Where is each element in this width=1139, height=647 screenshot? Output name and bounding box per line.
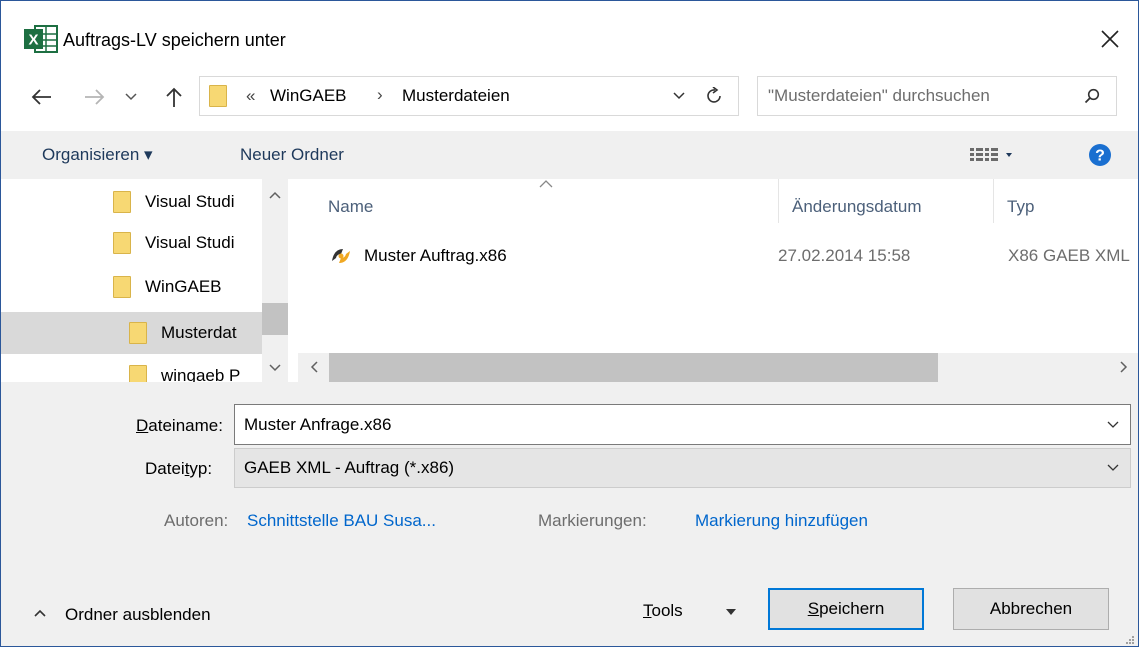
folder-icon xyxy=(113,232,131,254)
authors-value[interactable]: Schnittstelle BAU Susa... xyxy=(247,511,436,531)
filetype-label: Dateityp: xyxy=(145,459,212,479)
scroll-left-arrow-icon[interactable] xyxy=(306,359,322,375)
file-list: Name Änderungsdatum Typ Muster Auftrag.x… xyxy=(298,179,1138,382)
tools-accelerator: T xyxy=(643,601,652,620)
folder-icon xyxy=(129,365,147,382)
file-name: Muster Auftrag.x86 xyxy=(364,246,507,265)
search-box[interactable]: "Musterdateien" durchsuchen xyxy=(757,76,1117,116)
tree-item-selected[interactable]: Musterdat xyxy=(1,312,262,354)
folder-icon xyxy=(113,191,131,213)
column-header-name[interactable]: Name xyxy=(328,197,373,217)
breadcrumb-item-wingaeb[interactable]: WinGAEB xyxy=(270,86,347,106)
gaeb-file-icon xyxy=(330,246,352,266)
filename-label: Dateiname: xyxy=(136,416,223,436)
tree-item[interactable]: Visual Studi xyxy=(1,182,262,222)
search-icon[interactable] xyxy=(1080,85,1104,107)
tools-dropdown-icon[interactable] xyxy=(721,602,741,622)
folder-icon xyxy=(129,322,147,344)
back-arrow-icon[interactable] xyxy=(23,81,59,113)
close-icon[interactable] xyxy=(1092,21,1128,57)
scroll-down-arrow-icon[interactable] xyxy=(265,360,285,376)
cancel-label: Abbrechen xyxy=(989,599,1073,618)
excel-icon: X xyxy=(23,23,59,55)
scroll-thumb[interactable] xyxy=(262,303,288,335)
scroll-up-arrow-icon[interactable] xyxy=(265,187,285,203)
chevron-down-icon[interactable] xyxy=(1103,458,1123,478)
forward-arrow-icon[interactable] xyxy=(77,81,113,113)
filetype-value: GAEB XML - Auftrag (*.x86) xyxy=(244,458,455,477)
column-header-type[interactable]: Typ xyxy=(1007,197,1034,217)
hide-folders-button[interactable]: Ordner ausblenden xyxy=(65,605,211,625)
tree-item[interactable]: WinGAEB xyxy=(1,267,262,307)
breadcrumb-overflow[interactable]: « xyxy=(246,86,255,106)
column-divider[interactable] xyxy=(993,179,994,223)
new-folder-button[interactable]: Neuer Ordner xyxy=(240,145,344,165)
tree-item[interactable]: wingaeb P xyxy=(1,356,262,382)
file-type: X86 GAEB XML xyxy=(1008,246,1130,265)
breadcrumb-item-musterdateien[interactable]: Musterdateien xyxy=(402,86,510,106)
tools-menu[interactable]: Tools xyxy=(643,601,683,621)
filename-label-accelerator: D xyxy=(136,416,149,435)
address-bar[interactable]: « WinGAEB › Musterdateien xyxy=(199,76,739,116)
command-bar: Organisieren ▾ Neuer Ordner ? xyxy=(1,131,1138,179)
table-row[interactable]: Muster Auftrag.x86 27.02.2014 15:58 X86 … xyxy=(320,241,1138,275)
navigation-tree: Visual Studi Visual Studi WinGAEB Muster… xyxy=(1,179,288,382)
chevron-down-icon[interactable] xyxy=(119,81,143,113)
tree-item-label: wingaeb P xyxy=(161,366,241,382)
save-label: peichern xyxy=(819,599,885,618)
scroll-thumb[interactable] xyxy=(329,353,938,382)
tree-item-label: WinGAEB xyxy=(145,277,222,296)
search-input[interactable]: "Musterdateien" durchsuchen xyxy=(768,86,990,106)
file-date: 27.02.2014 15:58 xyxy=(778,246,911,265)
authors-label: Autoren: xyxy=(164,511,229,530)
up-arrow-icon[interactable] xyxy=(157,81,191,113)
organize-menu[interactable]: Organisieren ▾ xyxy=(42,145,153,165)
view-options-icon[interactable] xyxy=(967,143,1019,167)
address-dropdown-chevron-icon[interactable] xyxy=(668,85,690,107)
save-as-dialog: X Auftrags-LV speichern unter « WinGAEB … xyxy=(0,0,1139,647)
help-icon[interactable]: ? xyxy=(1087,142,1113,168)
filetype-label-pre: Datei xyxy=(145,459,185,478)
window-title: Auftrags-LV speichern unter xyxy=(63,30,286,50)
list-horizontal-scrollbar[interactable] xyxy=(298,353,1138,382)
folder-icon xyxy=(113,276,131,298)
folder-icon xyxy=(209,85,227,107)
tree-scrollbar[interactable] xyxy=(262,179,288,382)
tools-label: ools xyxy=(651,601,683,620)
filetype-select[interactable]: GAEB XML - Auftrag (*.x86) xyxy=(234,448,1131,488)
tree-item-label: Visual Studi xyxy=(145,192,235,211)
filetype-label-post: yp: xyxy=(189,459,213,478)
filename-field[interactable]: Muster Anfrage.x86 xyxy=(234,404,1131,445)
breadcrumb-separator[interactable]: › xyxy=(377,85,383,105)
tree-item-label: Musterdat xyxy=(161,323,237,342)
column-divider[interactable] xyxy=(778,179,779,223)
column-header-date[interactable]: Änderungsdatum xyxy=(792,197,921,217)
svg-text:?: ? xyxy=(1095,148,1105,165)
scroll-right-arrow-icon[interactable] xyxy=(1116,359,1132,375)
filename-label-text: ateiname: xyxy=(148,416,223,435)
save-button[interactable]: Speichern xyxy=(768,588,924,630)
save-options-panel: Dateiname: Muster Anfrage.x86 Dateityp: … xyxy=(1,382,1138,646)
chevron-up-icon[interactable] xyxy=(30,603,50,623)
chevron-down-icon[interactable] xyxy=(1103,415,1123,435)
title-bar: X Auftrags-LV speichern unter xyxy=(1,1,1138,76)
resize-grip-icon[interactable] xyxy=(1123,630,1135,644)
sort-ascending-icon xyxy=(538,179,554,189)
tags-label: Markierungen: xyxy=(538,511,647,530)
cancel-button[interactable]: Abbrechen xyxy=(953,588,1109,630)
tags-value[interactable]: Markierung hinzufügen xyxy=(695,511,868,531)
tree-item-label: Visual Studi xyxy=(145,233,235,252)
filename-input[interactable]: Muster Anfrage.x86 xyxy=(244,415,391,435)
save-accelerator: S xyxy=(807,599,820,618)
svg-text:X: X xyxy=(28,32,38,49)
refresh-icon[interactable] xyxy=(702,84,728,108)
tree-item[interactable]: Visual Studi xyxy=(1,223,262,263)
